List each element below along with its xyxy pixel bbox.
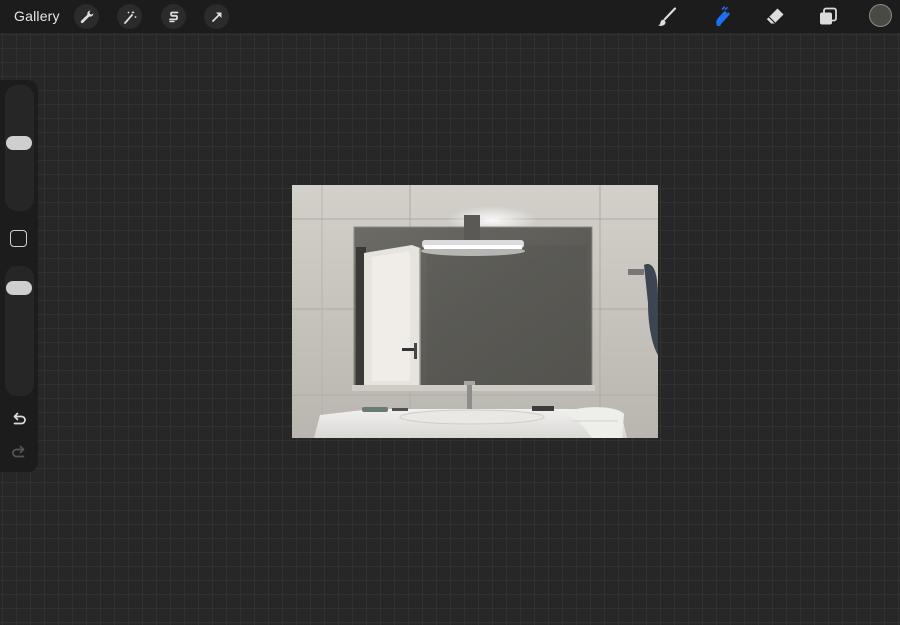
bathroom-mirror-photo — [292, 185, 658, 438]
brush-size-slider[interactable] — [5, 85, 34, 211]
color-picker-button[interactable] — [869, 4, 892, 27]
selection-button[interactable] — [161, 4, 186, 29]
redo-icon — [12, 445, 25, 458]
modify-button[interactable] — [10, 230, 27, 247]
layers-button[interactable] — [815, 4, 841, 30]
wrench-icon — [80, 9, 93, 23]
drawing-canvas[interactable] — [292, 185, 658, 438]
smudge-icon — [716, 6, 730, 26]
undo-button[interactable] — [9, 410, 29, 430]
actions-button[interactable] — [74, 4, 99, 29]
adjustments-button[interactable] — [117, 4, 142, 29]
brush-size-thumb[interactable] — [6, 135, 32, 150]
opacity-slider[interactable] — [5, 266, 34, 396]
left-sidebar — [0, 80, 38, 472]
redo-button[interactable] — [9, 443, 29, 463]
layers-icon — [820, 7, 837, 25]
eraser-icon — [766, 8, 784, 24]
procreate-app: Gallery — [0, 0, 900, 625]
transform-button[interactable] — [204, 4, 229, 29]
undo-icon — [13, 412, 26, 425]
magic-wand-icon — [123, 10, 136, 24]
selection-s-icon — [168, 11, 178, 22]
smudge-tool-button[interactable] — [708, 4, 734, 30]
arrow-cursor-icon — [211, 12, 221, 22]
brush-icon — [658, 7, 677, 26]
gallery-button[interactable]: Gallery — [14, 8, 60, 24]
opacity-thumb[interactable] — [6, 280, 32, 295]
brush-tool-button[interactable] — [654, 4, 680, 30]
eraser-tool-button[interactable] — [762, 4, 788, 30]
top-toolbar: Gallery — [0, 0, 900, 33]
